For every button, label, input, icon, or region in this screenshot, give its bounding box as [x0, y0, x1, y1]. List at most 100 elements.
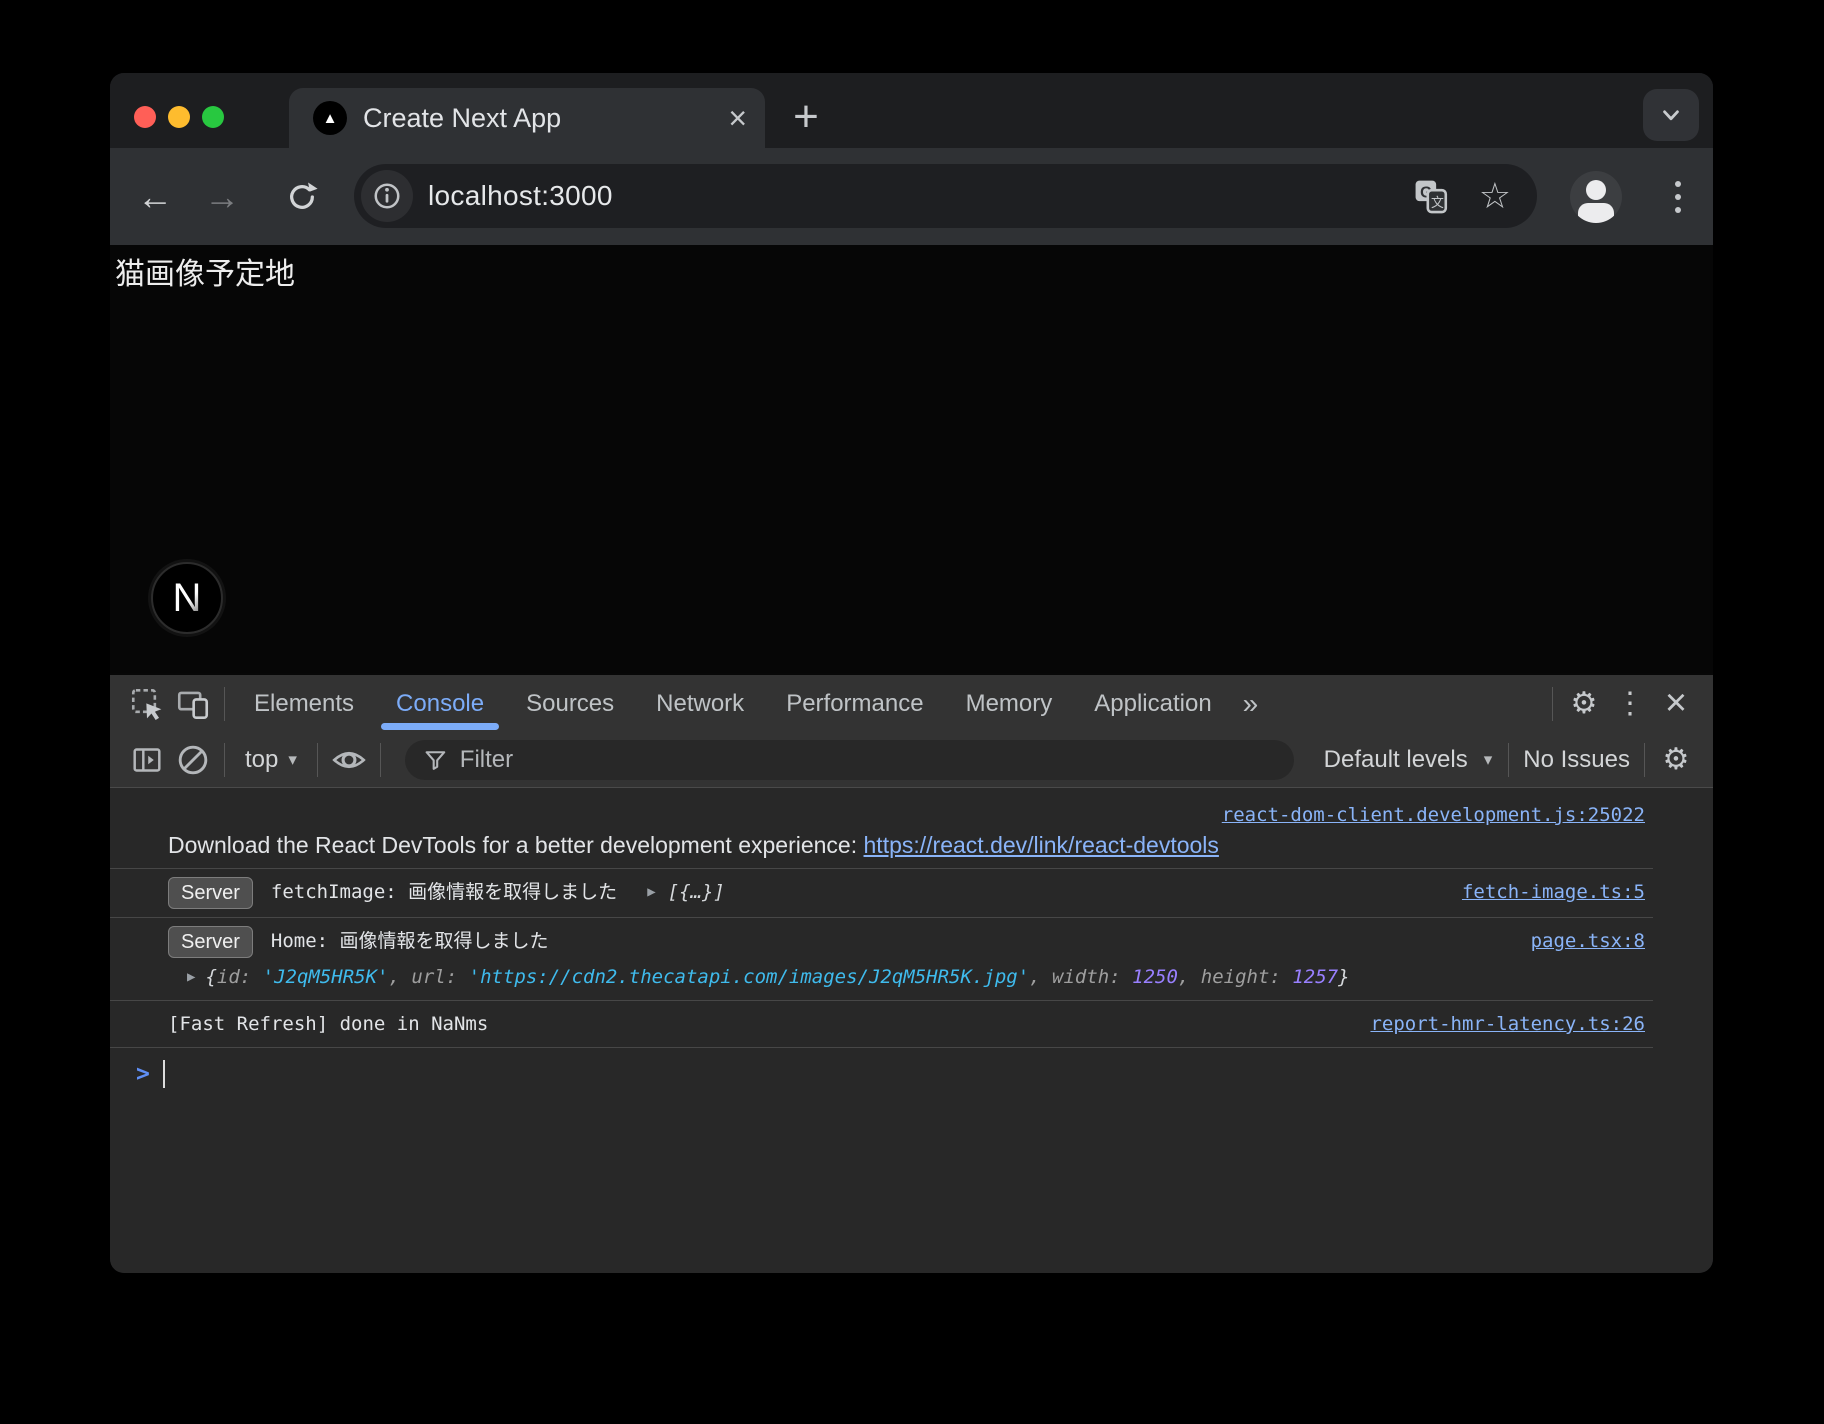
console-filter-box[interactable]	[405, 740, 1294, 780]
minimize-window-button[interactable]	[168, 106, 190, 128]
console-filter-input[interactable]	[460, 746, 1276, 774]
issues-counter[interactable]: No Issues	[1517, 746, 1636, 774]
tab-title: Create Next App	[363, 103, 561, 134]
tab-close-icon[interactable]: ×	[728, 102, 747, 134]
tab-elements[interactable]: Elements	[233, 675, 375, 732]
url-text[interactable]: localhost:3000	[428, 180, 613, 212]
page-heading: 猫画像予定地	[115, 249, 295, 293]
array-preview[interactable]: [{…}]	[668, 877, 725, 907]
tab-console[interactable]: Console	[375, 675, 505, 732]
chevron-down-icon	[1656, 100, 1686, 130]
message-text: Home: 画像情報を取得しました	[271, 926, 549, 956]
browser-menu-kebab-icon[interactable]	[1654, 148, 1702, 245]
devtools-menu-kebab-icon[interactable]: ⋮	[1607, 681, 1653, 727]
react-devtools-link[interactable]: https://react.dev/link/react-devtools	[864, 832, 1219, 858]
close-window-button[interactable]	[134, 106, 156, 128]
browser-window: ▲ Create Next App × + ← →	[110, 73, 1713, 1273]
more-tabs-icon[interactable]: »	[1233, 688, 1269, 720]
browser-tab[interactable]: ▲ Create Next App ×	[289, 88, 765, 148]
devtools-tab-bar: Elements Console Sources Network Perform…	[110, 675, 1713, 732]
divider	[1644, 743, 1645, 777]
message-text: Download the React DevTools for a better…	[168, 830, 1645, 860]
chevron-down-icon: ▾	[288, 750, 297, 770]
bookmark-star-icon[interactable]: ☆	[1479, 178, 1511, 214]
expand-triangle-icon[interactable]: ▶	[187, 962, 195, 992]
inspect-cursor-icon	[130, 687, 164, 721]
svg-text:文: 文	[1431, 195, 1444, 210]
translate-button[interactable]: G 文	[1413, 178, 1449, 214]
console-input-row[interactable]: >	[110, 1048, 1653, 1088]
divider	[224, 743, 225, 777]
sidebar-toggle-icon	[131, 744, 163, 776]
desktop-background: ▲ Create Next App × + ← →	[0, 0, 1824, 1424]
message-text-part: Download the React DevTools for a better…	[168, 832, 864, 858]
reload-icon	[285, 180, 319, 214]
profile-avatar[interactable]	[1570, 171, 1622, 223]
console-prompt-chevron: >	[136, 1061, 150, 1087]
site-info-button[interactable]	[361, 170, 413, 222]
source-link[interactable]: react-dom-client.development.js:25022	[1222, 804, 1645, 826]
server-badge: Server	[168, 926, 253, 958]
console-sidebar-toggle-button[interactable]	[124, 737, 170, 783]
tab-sources[interactable]: Sources	[505, 675, 635, 732]
reload-button[interactable]	[274, 148, 330, 245]
inspect-element-button[interactable]	[124, 681, 170, 727]
tab-memory[interactable]: Memory	[945, 675, 1074, 732]
live-expression-button[interactable]	[326, 737, 372, 783]
console-settings-gear-icon[interactable]: ⚙	[1653, 737, 1699, 783]
server-badge: Server	[168, 877, 253, 909]
context-label: top	[245, 746, 278, 774]
translate-icon: G 文	[1413, 178, 1449, 214]
log-levels-dropdown[interactable]: Default levels ▾	[1310, 746, 1501, 774]
console-message-react-devtools: react-dom-client.development.js:25022 Do…	[110, 792, 1653, 869]
divider	[224, 687, 225, 721]
console-log-area: react-dom-client.development.js:25022 Do…	[110, 788, 1713, 1273]
text-cursor	[163, 1060, 165, 1088]
tab-network[interactable]: Network	[635, 675, 765, 732]
javascript-context-dropdown[interactable]: top ▾	[233, 746, 309, 774]
source-link[interactable]: page.tsx:8	[1511, 926, 1645, 956]
tab-application[interactable]: Application	[1073, 675, 1232, 732]
object-preview[interactable]: {id: 'J2qM5HR5K', url: 'https://cdn2.the…	[205, 962, 1349, 992]
new-tab-button[interactable]: +	[778, 89, 834, 145]
clear-console-icon	[176, 743, 210, 777]
source-link[interactable]: fetch-image.ts:5	[1442, 877, 1645, 907]
divider	[1552, 687, 1553, 721]
divider	[317, 743, 318, 777]
tab-performance[interactable]: Performance	[765, 675, 944, 732]
console-message-fetch-image: Server fetchImage: 画像情報を取得しました ▶ [{…}] f…	[110, 869, 1653, 918]
device-toolbar-icon	[176, 687, 210, 721]
devtools-settings-gear-icon[interactable]: ⚙	[1561, 681, 1607, 727]
chevron-down-icon: ▾	[1484, 750, 1493, 770]
traffic-lights	[134, 106, 224, 128]
expand-triangle-icon[interactable]: ▶	[647, 877, 655, 907]
devtools-close-icon[interactable]: ×	[1653, 681, 1699, 727]
device-toolbar-button[interactable]	[170, 681, 216, 727]
address-bar[interactable]: localhost:3000 G 文 ☆	[354, 164, 1537, 228]
clear-console-button[interactable]	[170, 737, 216, 783]
console-toolbar: top ▾ Default	[110, 732, 1713, 788]
tab-favicon-nextjs-icon: ▲	[313, 101, 347, 135]
devtools-panel: Elements Console Sources Network Perform…	[110, 673, 1713, 1273]
info-icon	[372, 181, 402, 211]
object-preview-line: ▶ {id: 'J2qM5HR5K', url: 'https://cdn2.t…	[168, 962, 1645, 992]
page-viewport: 猫画像予定地 N	[110, 245, 1713, 673]
zoom-window-button[interactable]	[202, 106, 224, 128]
tab-search-chevron-button[interactable]	[1643, 89, 1699, 141]
message-text: fetchImage: 画像情報を取得しました	[271, 877, 617, 907]
tab-strip: ▲ Create Next App × +	[110, 73, 1713, 148]
source-link[interactable]: report-hmr-latency.ts:26	[1350, 1009, 1645, 1039]
message-text: [Fast Refresh] done in NaNms	[168, 1009, 488, 1039]
console-message-fast-refresh: [Fast Refresh] done in NaNms report-hmr-…	[110, 1001, 1653, 1048]
nextjs-devtools-button[interactable]: N	[151, 562, 223, 634]
browser-toolbar: ← → localhost:3000	[110, 148, 1713, 245]
eye-icon	[331, 742, 367, 778]
omnibox-actions: G 文 ☆	[1413, 178, 1537, 214]
nextjs-logo-icon: N	[173, 576, 202, 621]
divider	[380, 743, 381, 777]
filter-funnel-icon	[423, 747, 448, 773]
console-message-home: Server Home: 画像情報を取得しました page.tsx:8 ▶ {i…	[110, 918, 1653, 1001]
log-levels-label: Default levels	[1318, 746, 1474, 774]
back-button[interactable]: ←	[127, 148, 183, 245]
forward-button[interactable]: →	[194, 148, 250, 245]
